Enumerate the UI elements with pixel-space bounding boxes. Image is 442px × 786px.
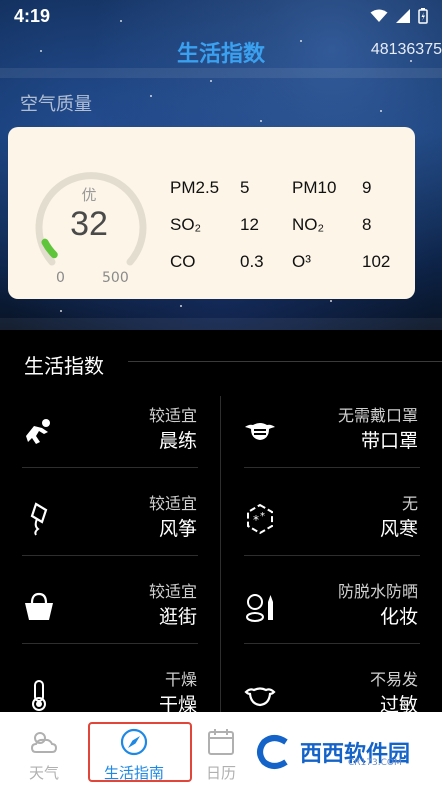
header-id-text: 48136375: [370, 41, 442, 58]
makeup-icon: [246, 594, 273, 622]
life-index-name: 风筝: [158, 518, 197, 540]
life-index-name: 风寒: [379, 518, 418, 540]
life-index-row: 较适宜 风筝 * * 无 风寒: [0, 480, 442, 568]
pollutant-value-pm25: 5: [240, 178, 250, 197]
watermark-subtext: CR173.COM: [348, 758, 402, 768]
allergy-mask-icon: [244, 687, 276, 707]
pollutant-value-o3: 102: [362, 252, 391, 271]
life-index-name: 化妆: [379, 606, 418, 628]
aqi-level: 优: [81, 186, 97, 204]
pollutant-label-no2: NO₂: [292, 215, 325, 234]
status-icons: [370, 8, 428, 24]
active-tab-highlight: [88, 722, 192, 782]
life-index-status: 无需戴口罩: [337, 406, 418, 425]
life-index-status: 防脱水防晒: [337, 582, 418, 601]
life-index-title: 生活指数: [24, 354, 104, 378]
wind-chill-icon: * *: [247, 503, 273, 535]
pollutant-label-co: CO: [170, 252, 196, 271]
life-index-status: 较适宜: [148, 582, 197, 601]
life-index-row: 较适宜 逛街 防脱水防晒 化妆: [0, 568, 442, 656]
wifi-icon: [370, 9, 388, 22]
section-divider: [0, 318, 442, 330]
pollutant-value-no2: 8: [362, 215, 372, 234]
life-index-item-makeup[interactable]: 防脱水防晒 化妆: [221, 568, 442, 656]
calendar-icon: [208, 729, 234, 755]
life-index-status: 无: [401, 494, 418, 513]
aqi-scale-max: 500: [102, 270, 129, 286]
watermark: 西西软件园 CR173.COM: [238, 728, 434, 776]
pollutant-label-pm25: PM2.5: [170, 178, 220, 197]
status-time: 4:19: [14, 5, 51, 26]
svg-text:*: *: [253, 513, 259, 527]
mask-icon: [245, 423, 275, 440]
life-index-status: 较适宜: [148, 494, 197, 513]
life-index-status: 干燥: [164, 670, 197, 689]
life-index-item-shopping[interactable]: 较适宜 逛街: [0, 568, 221, 656]
life-index-item-mask[interactable]: 无需戴口罩 带口罩: [221, 392, 442, 480]
life-index-status: 不易发: [369, 670, 418, 689]
life-index-item-exercise[interactable]: 较适宜 晨练: [0, 392, 221, 480]
pollutant-value-so2: 12: [240, 215, 259, 234]
life-index-name: 晨练: [158, 430, 197, 452]
life-index-title-line: [128, 361, 442, 362]
kite-icon: [30, 502, 48, 536]
nav-label: 天气: [28, 764, 59, 782]
aqi-scale-min: 0: [56, 270, 65, 286]
app-header: 生活指数 48136375: [0, 32, 442, 70]
svg-text:*: *: [260, 511, 265, 522]
status-bar: 4:19: [0, 0, 442, 32]
life-index-status: 较适宜: [148, 406, 197, 425]
exercise-icon: [26, 419, 50, 444]
life-index-row: 较适宜 晨练 无需戴口罩 带口罩: [0, 392, 442, 480]
pollutant-label-so2: SO₂: [170, 215, 202, 234]
life-index-item-kite[interactable]: 较适宜 风筝: [0, 480, 221, 568]
nav-tab-weather[interactable]: 天气: [0, 712, 88, 786]
thermometer-icon: [32, 680, 46, 711]
signal-icon: [396, 9, 410, 23]
battery-icon: [418, 8, 428, 24]
life-index-name: 带口罩: [360, 430, 418, 452]
header-divider: [0, 68, 442, 78]
aqi-value: 32: [70, 205, 108, 243]
life-index-name: 逛街: [158, 606, 197, 628]
pollutant-label-pm10: PM10: [292, 178, 337, 197]
life-index-section: 生活指数 较适宜 晨练 无需戴口罩 带口罩 较适宜 风筝 * * 无 风寒 较适…: [0, 330, 442, 716]
pollutant-value-co: 0.3: [240, 252, 264, 271]
pollutant-label-o3: O³: [292, 252, 311, 271]
life-index-item-wind-chill[interactable]: * * 无 风寒: [221, 480, 442, 568]
watermark-logo-icon: [257, 735, 288, 769]
weather-icon: [30, 732, 58, 753]
air-quality-label: 空气质量: [20, 94, 92, 115]
shopping-basket-icon: [25, 592, 53, 620]
pollutant-value-pm10: 9: [362, 178, 372, 197]
